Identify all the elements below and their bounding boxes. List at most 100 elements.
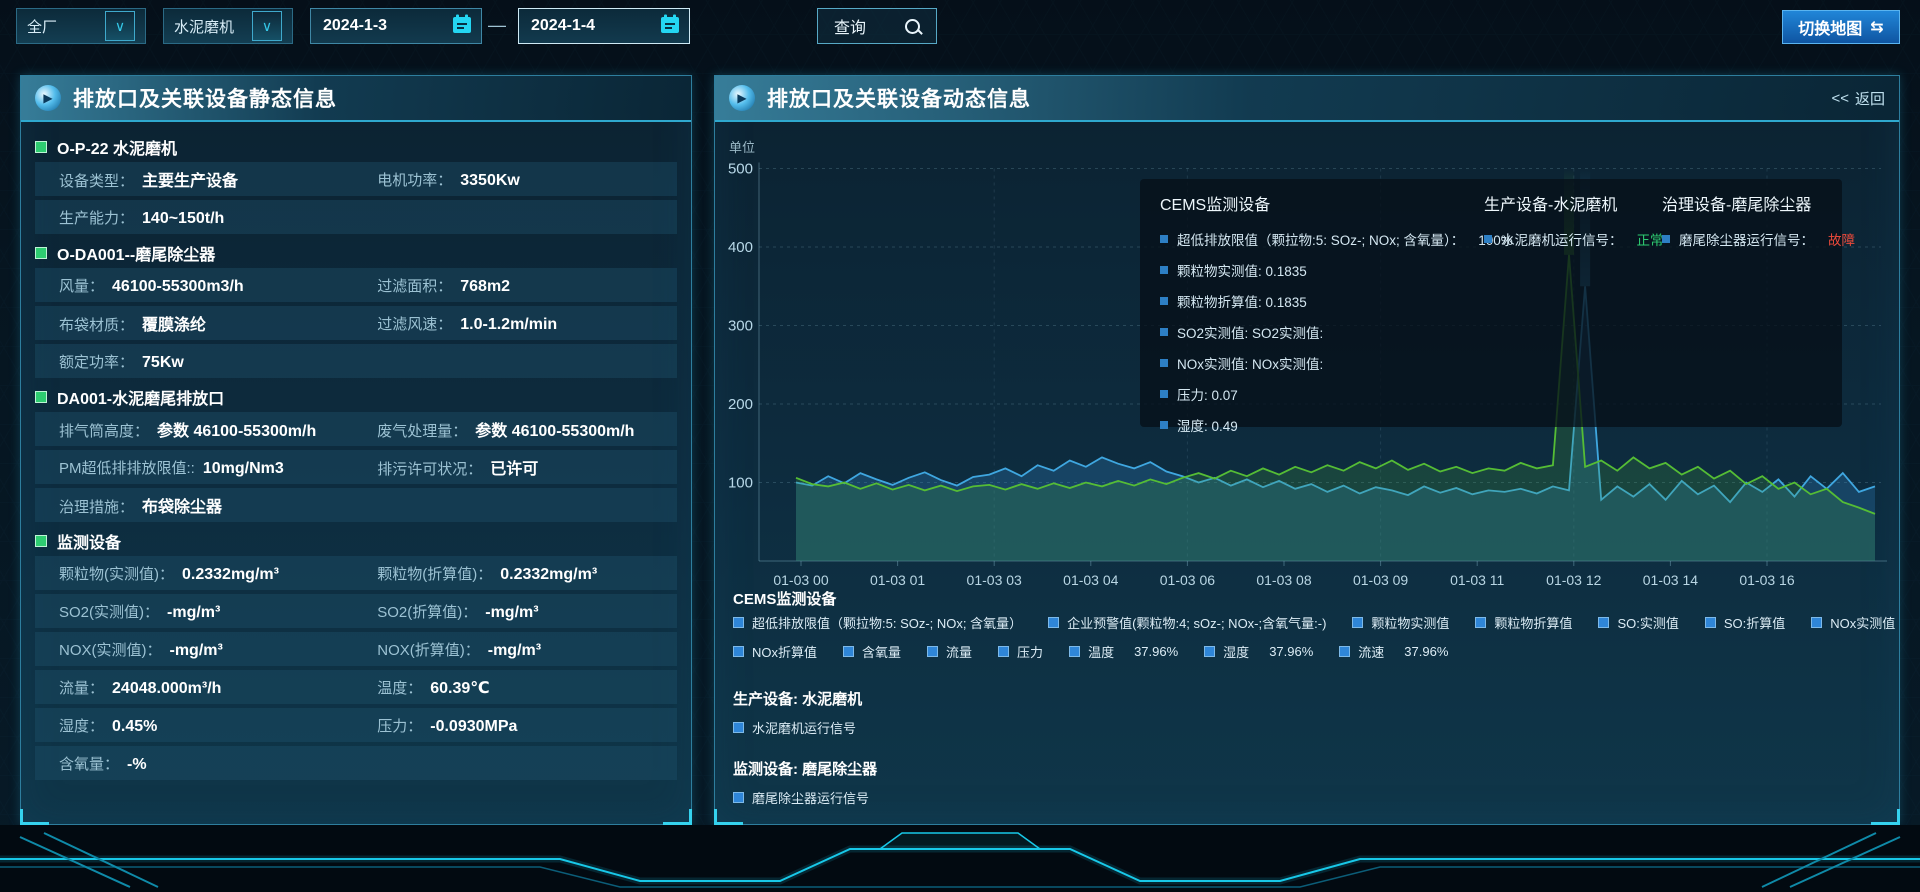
info-row: 排气筒高度：参数 46100-55300m/h废气处理量：参数 46100-55…	[35, 412, 677, 446]
chevron-down-icon[interactable]: ∨	[252, 11, 282, 41]
info-label: 流量：	[59, 677, 104, 698]
corner-accent	[714, 809, 743, 825]
section-title: O-P-22 水泥磨机	[57, 135, 177, 159]
info-cell: SO2(实测值)： -mg/m³	[59, 601, 377, 622]
legend-square-icon	[1160, 266, 1168, 274]
section-bullet-icon	[35, 247, 47, 259]
info-label: 湿度：	[59, 715, 104, 736]
info-value: 140~150t/h	[142, 210, 224, 228]
x-tick-label: 01-03 14	[1643, 572, 1698, 588]
info-row: 布袋材质：覆膜涤纶过滤风速：1.0-1.2m/min	[35, 306, 677, 340]
chart[interactable]: 单位10020030040050001-03 0001-03 0101-03 0…	[715, 120, 1899, 824]
static-info-panel: ▶ 排放口及关联设备静态信息 O-P-22 水泥磨机设备类型：主要生产设备电机功…	[20, 75, 692, 825]
info-label: 过滤面积：	[377, 275, 452, 296]
info-value: 24048.000m³/h	[112, 680, 221, 698]
legend-item-value: 37.96%	[1404, 644, 1448, 659]
legend-item[interactable]: 企业预警值(颗粒物:4; sOz-; NOx-;含氧气量:-)	[1048, 613, 1326, 632]
info-value: 0.45%	[112, 718, 157, 736]
panel-header: ▶ 排放口及关联设备动态信息 << 返回	[715, 76, 1899, 122]
info-label: 风量：	[59, 275, 104, 296]
info-row: PM超低排排放限值::10mg/Nm3排污许可状况：已许可	[35, 450, 677, 484]
section-bullet-icon	[35, 391, 47, 403]
legend-item-label: 企业预警值(颗粒物:4; sOz-; NOx-;含氧气量:-)	[1067, 613, 1326, 632]
start-date-input[interactable]: 2024-1-3	[310, 8, 482, 44]
legend-square-icon	[1352, 617, 1363, 628]
info-cell: 治理措施：布袋除尘器	[59, 493, 377, 517]
info-label: 生产能力：	[59, 207, 134, 228]
switch-map-button[interactable]: 切换地图 ⇆	[1782, 10, 1900, 44]
chevron-down-icon[interactable]: ∨	[105, 11, 135, 41]
info-value: -0.0930MPa	[430, 718, 517, 736]
info-value: -mg/m³	[167, 604, 220, 622]
info-value: -mg/m³	[488, 642, 541, 660]
info-value: 768m2	[460, 278, 510, 296]
info-cell: 排污许可状况：已许可	[377, 455, 671, 479]
info-cell: 压力：-0.0930MPa	[377, 715, 671, 736]
calendar-icon[interactable]	[659, 13, 681, 40]
legend-item-label: 颗粒物折算值	[1494, 613, 1572, 632]
info-cell: NOX(实测值)：-mg/m³	[59, 639, 377, 660]
section-header: O-P-22 水泥磨机	[35, 132, 677, 162]
info-value: 3350Kw	[460, 172, 520, 190]
legend-item[interactable]: NOx折算值	[733, 642, 817, 661]
static-info-body: O-P-22 水泥磨机设备类型：主要生产设备电机功率：3350Kw生产能力：14…	[21, 120, 691, 818]
legend-item[interactable]: 水泥磨机运行信号	[733, 718, 856, 737]
legend-section-title-production: 生产设备: 水泥磨机	[733, 688, 862, 709]
search-icon	[905, 19, 920, 34]
back-button[interactable]: << 返回	[1831, 88, 1885, 109]
tooltip-title: 治理设备-磨尾除尘器	[1662, 191, 1837, 215]
legend-item[interactable]: NOx实测值	[1811, 613, 1895, 632]
info-value: 10mg/Nm3	[203, 460, 284, 478]
info-value: -%	[127, 756, 147, 774]
info-cell: 废气处理量：参数 46100-55300m/h	[377, 417, 671, 441]
end-date-input[interactable]: 2024-1-4	[518, 8, 690, 44]
info-value: 1.0-1.2m/min	[460, 316, 557, 334]
legend-item[interactable]: 温度37.96%	[1069, 642, 1178, 661]
legend-item[interactable]: 流量	[927, 642, 972, 661]
legend-item[interactable]: 颗粒物折算值	[1475, 613, 1572, 632]
legend-item[interactable]: 含氧量	[843, 642, 901, 661]
tooltip-item-text: 水泥磨机运行信号：	[1501, 229, 1623, 249]
section-header: 监测设备	[35, 526, 677, 556]
tooltip-item-text: 超低排放限值（颗拉物:5: SOz-; NOx; 含氧量）：	[1177, 229, 1464, 249]
legend-item[interactable]: 湿度37.96%	[1204, 642, 1313, 661]
info-label: 治理措施：	[59, 496, 134, 517]
plant-select[interactable]: 全厂 ∨	[16, 8, 146, 44]
legend-square-icon	[733, 792, 744, 803]
tooltip-column: 生产设备-水泥磨机水泥磨机运行信号：正常	[1484, 191, 1654, 260]
legend-item[interactable]: SO:实测值	[1598, 613, 1678, 632]
legend-item[interactable]: 磨尾除尘器运行信号	[733, 788, 869, 807]
legend-square-icon	[1598, 617, 1609, 628]
info-value: -mg/m³	[485, 604, 538, 622]
legend-item[interactable]: SO:折算值	[1705, 613, 1785, 632]
info-cell: 布袋材质：覆膜涤纶	[59, 311, 377, 335]
legend-item[interactable]: 颗粒物实测值	[1352, 613, 1449, 632]
legend-item-value: 37.96%	[1269, 644, 1313, 659]
legend-square-icon	[1160, 297, 1168, 305]
y-tick-label: 500	[728, 161, 753, 178]
page-title: 排放口及关联设备动态信息	[767, 83, 1031, 113]
info-label: NOX(折算值)：	[377, 639, 480, 660]
y-axis-unit-label: 单位	[729, 140, 755, 155]
tooltip-item-text: 磨尾除尘器运行信号：	[1679, 229, 1814, 249]
legend-item[interactable]: 压力	[998, 642, 1043, 661]
info-cell: 颗粒物(折算值)：0.2332mg/m³	[377, 563, 671, 584]
legend-item-label: NOx折算值	[752, 642, 817, 661]
back-button-label: 返回	[1855, 88, 1885, 109]
legend-square-icon	[1662, 235, 1670, 243]
calendar-icon[interactable]	[451, 13, 473, 40]
plant-select-value: 全厂	[27, 16, 57, 37]
info-row: 生产能力： 140~150t/h	[35, 200, 677, 234]
query-button[interactable]: 查询	[817, 8, 937, 44]
x-tick-label: 01-03 08	[1256, 572, 1311, 588]
legend-item[interactable]: 超低排放限值（颗拉物:5: SOz-; NOx; 含氧量）	[733, 613, 1022, 632]
legend-square-icon	[1160, 421, 1168, 429]
device-select[interactable]: 水泥磨机 ∨	[163, 8, 293, 44]
switch-map-label: 切换地图	[1798, 15, 1862, 39]
info-label: SO2(实测值)：	[59, 601, 159, 622]
corner-accent	[20, 809, 49, 825]
x-tick-label: 01-03 16	[1739, 572, 1794, 588]
legend-item[interactable]: 流速37.96%	[1339, 642, 1448, 661]
legend-square-icon	[1160, 359, 1168, 367]
info-label: 排污许可状况：	[377, 458, 482, 479]
